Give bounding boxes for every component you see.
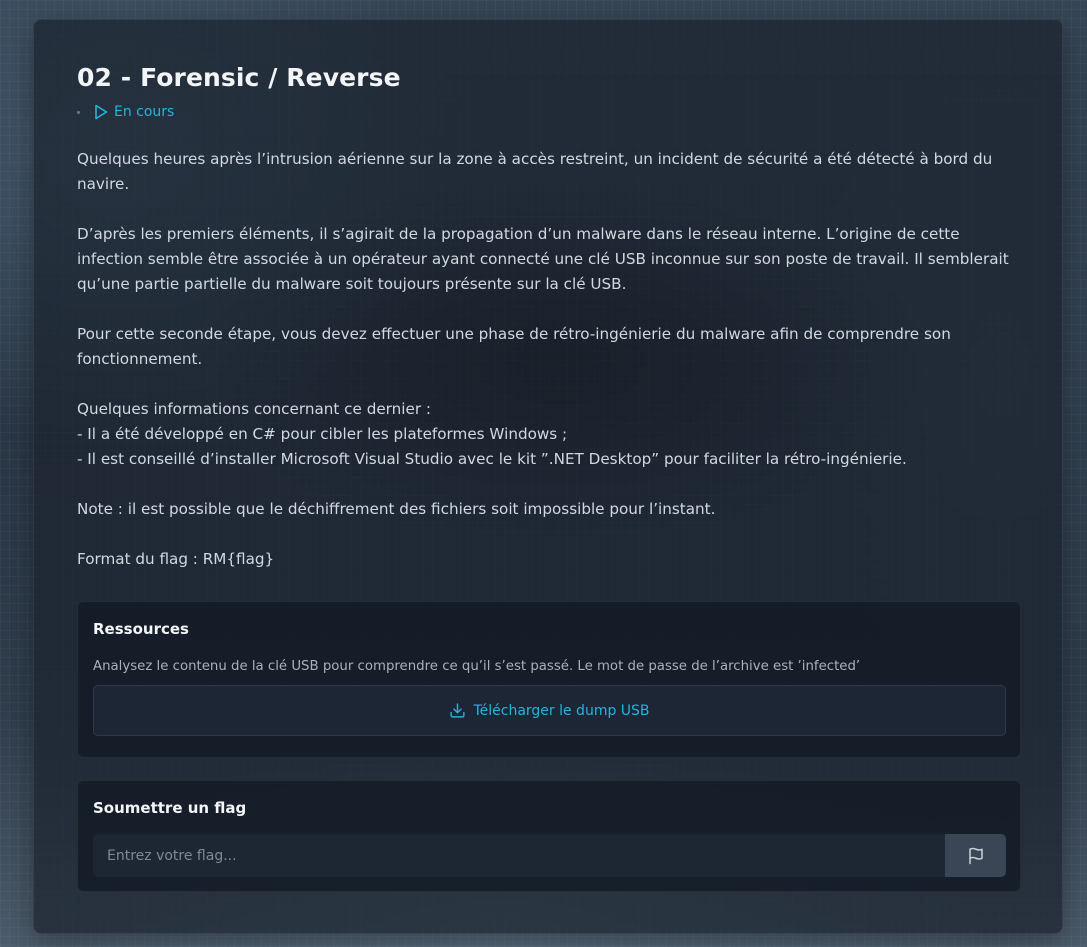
- resources-panel: Ressources Analysez le contenu de la clé…: [77, 601, 1021, 758]
- submit-flag-button[interactable]: [945, 834, 1006, 877]
- challenge-title: 02 - Forensic / Reverse: [77, 63, 401, 92]
- challenge-description: Quelques heures après l’intrusion aérien…: [77, 147, 1022, 572]
- flag-submit-panel: Soumettre un flag: [77, 780, 1021, 892]
- resources-description: Analysez le contenu de la clé USB pour c…: [93, 659, 861, 674]
- flag-input[interactable]: [93, 834, 946, 877]
- description-paragraph: Pour cette seconde étape, vous devez eff…: [77, 325, 951, 368]
- download-usb-dump-button[interactable]: Télécharger le dump USB: [93, 685, 1006, 736]
- description-paragraph: Quelques heures après l’intrusion aérien…: [77, 150, 993, 193]
- play-icon: [95, 104, 108, 120]
- download-icon: [450, 703, 466, 718]
- flag-heading: Soumettre un flag: [93, 799, 247, 817]
- download-button-label: Télécharger le dump USB: [473, 702, 650, 719]
- resources-heading: Ressources: [93, 620, 189, 638]
- info-line: - Il a été développé en C# pour cibler l…: [77, 425, 568, 443]
- separator-dot: [77, 110, 80, 114]
- description-note: Note : il est possible que le déchiffrem…: [77, 500, 716, 518]
- status-label: En cours: [114, 104, 175, 120]
- info-line: Quelques informations concernant ce dern…: [77, 400, 432, 418]
- description-paragraph: D’après les premiers éléments, il s’agir…: [77, 225, 1009, 293]
- challenge-card: 02 - Forensic / Reverse En cours Quelque…: [33, 19, 1063, 934]
- description-info-block: Quelques informations concernant ce dern…: [77, 397, 1022, 472]
- status-badge: En cours: [77, 104, 174, 120]
- flag-icon: [968, 847, 983, 864]
- flag-format: Format du flag : RM{flag}: [77, 550, 275, 568]
- info-line: - Il est conseillé d’installer Microsoft…: [77, 450, 907, 468]
